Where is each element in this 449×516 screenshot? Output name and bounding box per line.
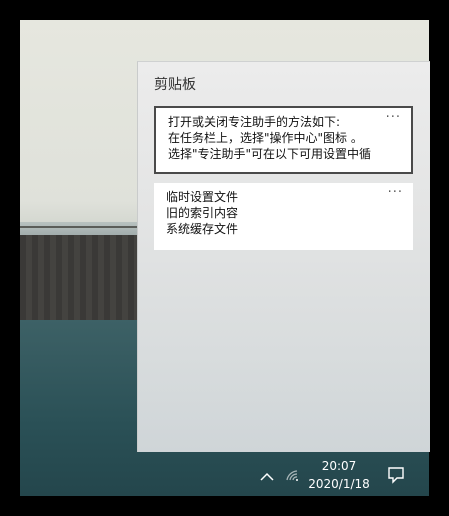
clock-time: 20:07 [321,459,357,473]
clip-text-line: 旧的索引内容 [166,206,239,220]
more-options-button[interactable]: ··· [386,110,401,126]
clock-date: 2020/1/18 [308,477,370,491]
wifi-icon[interactable] [284,467,300,486]
clip-text-line: 系统缓存文件 [166,222,239,236]
more-options-button[interactable]: ··· [388,185,403,201]
clip-text-line: 打开或关闭专注助手的方法如下: [168,115,341,129]
action-center-icon[interactable] [387,466,405,488]
clip-text-line: 选择"专注助手"可在以下可用设置中循 [168,147,372,161]
clipboard-item-1[interactable]: 打开或关闭专注助手的方法如下: 在任务栏上，选择"操作中心"图标 。 选择"专注… [154,106,413,174]
clipboard-history-panel: 剪贴板 打开或关闭专注助手的方法如下: 在任务栏上，选择"操作中心"图标 。 选… [137,61,430,452]
chevron-up-icon[interactable] [260,467,274,486]
clipboard-item-2[interactable]: 临时设置文件 旧的索引内容 系统缓存文件 ··· [154,183,413,250]
taskbar: 20:07 2020/1/18 [20,451,429,496]
taskbar-clock[interactable]: 20:07 2020/1/18 [302,457,376,493]
clip-text-line: 在任务栏上，选择"操作中心"图标 。 [168,131,363,145]
panel-title: 剪贴板 [154,77,196,93]
clip-text-line: 临时设置文件 [166,190,239,204]
wallpaper-pier [20,235,150,325]
screen: 剪贴板 打开或关闭专注助手的方法如下: 在任务栏上，选择"操作中心"图标 。 选… [0,0,449,516]
